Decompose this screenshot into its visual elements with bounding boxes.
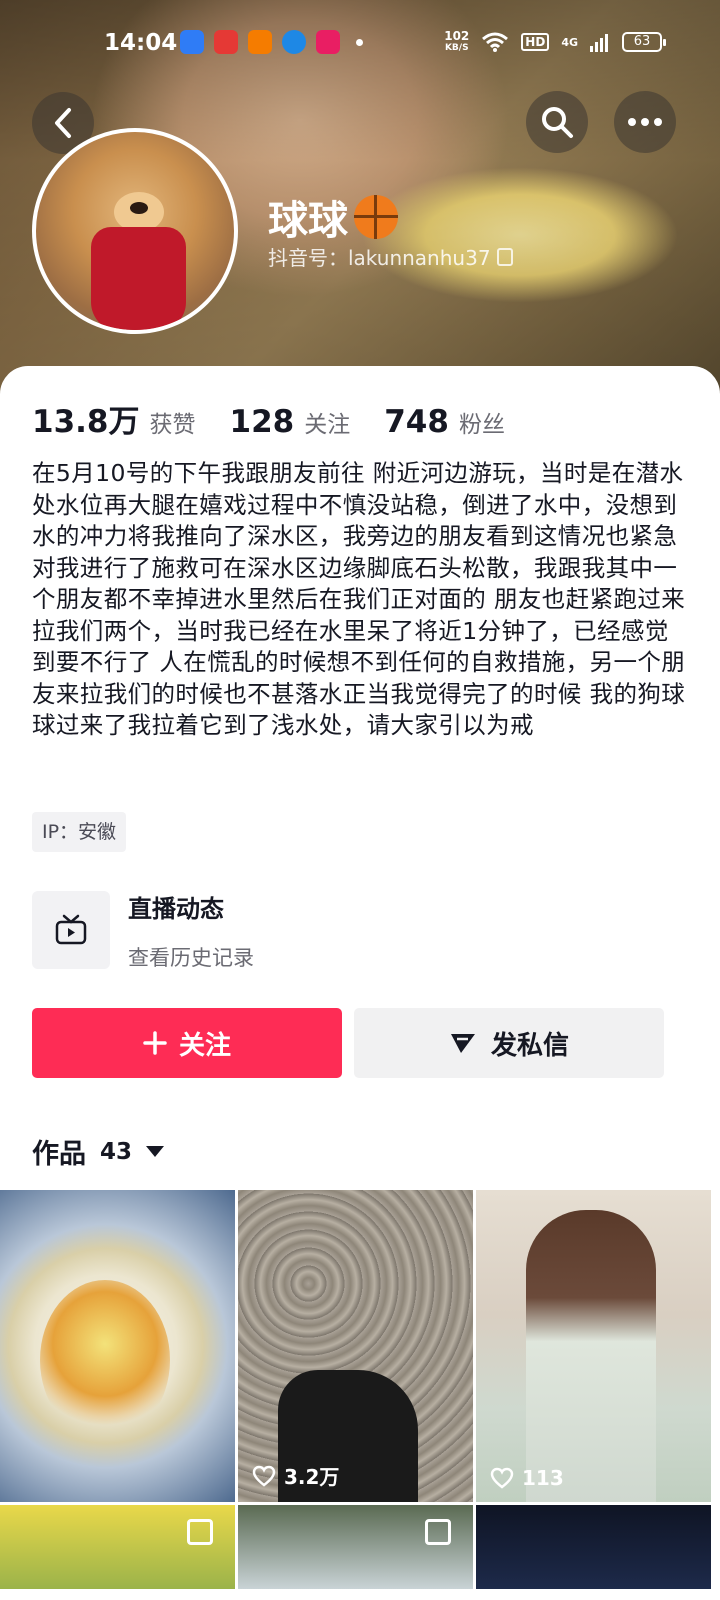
app-notification-icon [180, 30, 204, 54]
douyin-id-text: 抖音号：lakunnanhu37 [268, 246, 491, 270]
more-dots-icon [628, 118, 662, 126]
thumbnail-person [526, 1210, 656, 1502]
live-title: 直播动态 [128, 894, 224, 923]
more-button[interactable] [614, 91, 676, 153]
search-button[interactable] [526, 91, 588, 153]
works-tab-label: 作品 [32, 1139, 86, 1170]
stat-followers-label: 粉丝 [458, 412, 505, 438]
copy-icon[interactable] [496, 247, 513, 266]
notification-icons [180, 30, 363, 54]
send-icon [450, 1034, 475, 1053]
more-notifications-dot [356, 38, 363, 46]
nickname-text: 球球 [268, 198, 348, 244]
works-tab[interactable]: 作品 43 [32, 1132, 165, 1171]
stat-followers-value: 748 [384, 404, 449, 440]
video-thumbnail[interactable] [0, 1505, 235, 1589]
stat-likes-value: 13.8万 [32, 404, 140, 440]
douyin-id[interactable]: 抖音号：lakunnanhu37 [268, 242, 513, 271]
nickname: 球球 [268, 188, 398, 246]
like-count-value: 3.2万 [284, 1465, 340, 1489]
status-bar: 14:04 102 KB/S HD 4G 63 [0, 0, 720, 88]
search-icon [542, 107, 573, 138]
profile-stats: 13.8万 获赞 128 关注 748 粉丝 [32, 396, 505, 441]
live-icon-box [32, 891, 110, 969]
status-time: 14:04 [104, 30, 178, 56]
app-notification-icon [316, 30, 340, 54]
hd-badge: HD [521, 33, 550, 51]
works-count: 43 [100, 1138, 133, 1165]
caret-down-icon [146, 1146, 165, 1157]
avatar-dog-nose [130, 202, 148, 214]
follow-button-label: 关注 [178, 1030, 231, 1061]
net-speed: 102 KB/S [444, 30, 469, 54]
like-count: 113 [490, 1466, 564, 1490]
app-notification-icon [214, 30, 238, 54]
net-speed-unit: KB/S [444, 43, 469, 53]
chevron-left-icon [55, 108, 71, 138]
signal-type: 4G [561, 35, 578, 49]
video-thumbnail[interactable]: 3.2万 [238, 1190, 473, 1502]
stat-likes[interactable]: 13.8万 获赞 [32, 396, 196, 441]
signal-icon [590, 34, 608, 52]
heart-outline-icon [490, 1467, 514, 1489]
stat-followers[interactable]: 748 粉丝 [384, 404, 505, 440]
avatar[interactable] [32, 128, 238, 334]
app-notification-icon [248, 30, 272, 54]
video-thumbnail[interactable] [476, 1505, 711, 1589]
message-button[interactable]: 发私信 [354, 1008, 664, 1078]
message-button-label: 发私信 [490, 1030, 569, 1061]
stat-likes-label: 获赞 [149, 412, 196, 438]
video-thumbnail[interactable] [0, 1190, 235, 1502]
multi-image-icon [187, 1519, 213, 1545]
ip-location-tag: IP：安徽 [32, 812, 127, 852]
profile-bio: 在5月10号的下午我跟朋友前往 附近河边游玩，当时是在潜水处水位再大腿在嬉戏过程… [32, 459, 686, 739]
live-subtitle: 查看历史记录 [128, 945, 254, 970]
avatar-dog-scarf [91, 227, 186, 330]
video-thumbnail[interactable] [238, 1505, 473, 1589]
works-grid: 3.2万 113 [0, 1190, 720, 1589]
follow-button[interactable]: 关注 [32, 1008, 342, 1078]
stat-following[interactable]: 128 关注 [230, 404, 351, 440]
stat-following-value: 128 [229, 404, 295, 440]
wifi-icon [482, 32, 509, 52]
multi-image-icon [425, 1519, 451, 1545]
net-speed-value: 102 [444, 29, 470, 43]
heart-outline-icon [252, 1465, 276, 1487]
like-count-value: 113 [522, 1466, 564, 1490]
status-right: 102 KB/S HD 4G 63 [444, 30, 666, 54]
like-count: 3.2万 [252, 1461, 339, 1490]
tv-icon [55, 914, 87, 945]
live-text: 直播动态 查看历史记录 [128, 889, 254, 972]
app-notification-icon [282, 30, 306, 54]
thumbnail-food [40, 1280, 170, 1440]
plus-icon [143, 1031, 167, 1055]
video-thumbnail[interactable]: 113 [476, 1190, 711, 1502]
profile-card: 13.8万 获赞 128 关注 748 粉丝 在5月10号的下午我跟朋友前往 附… [0, 366, 720, 1600]
stat-following-label: 关注 [304, 412, 351, 438]
basketball-icon [354, 195, 398, 239]
battery-icon: 63 [622, 32, 666, 52]
live-history-entry[interactable]: 直播动态 查看历史记录 [32, 890, 692, 970]
action-buttons: 关注 发私信 [32, 1008, 664, 1078]
